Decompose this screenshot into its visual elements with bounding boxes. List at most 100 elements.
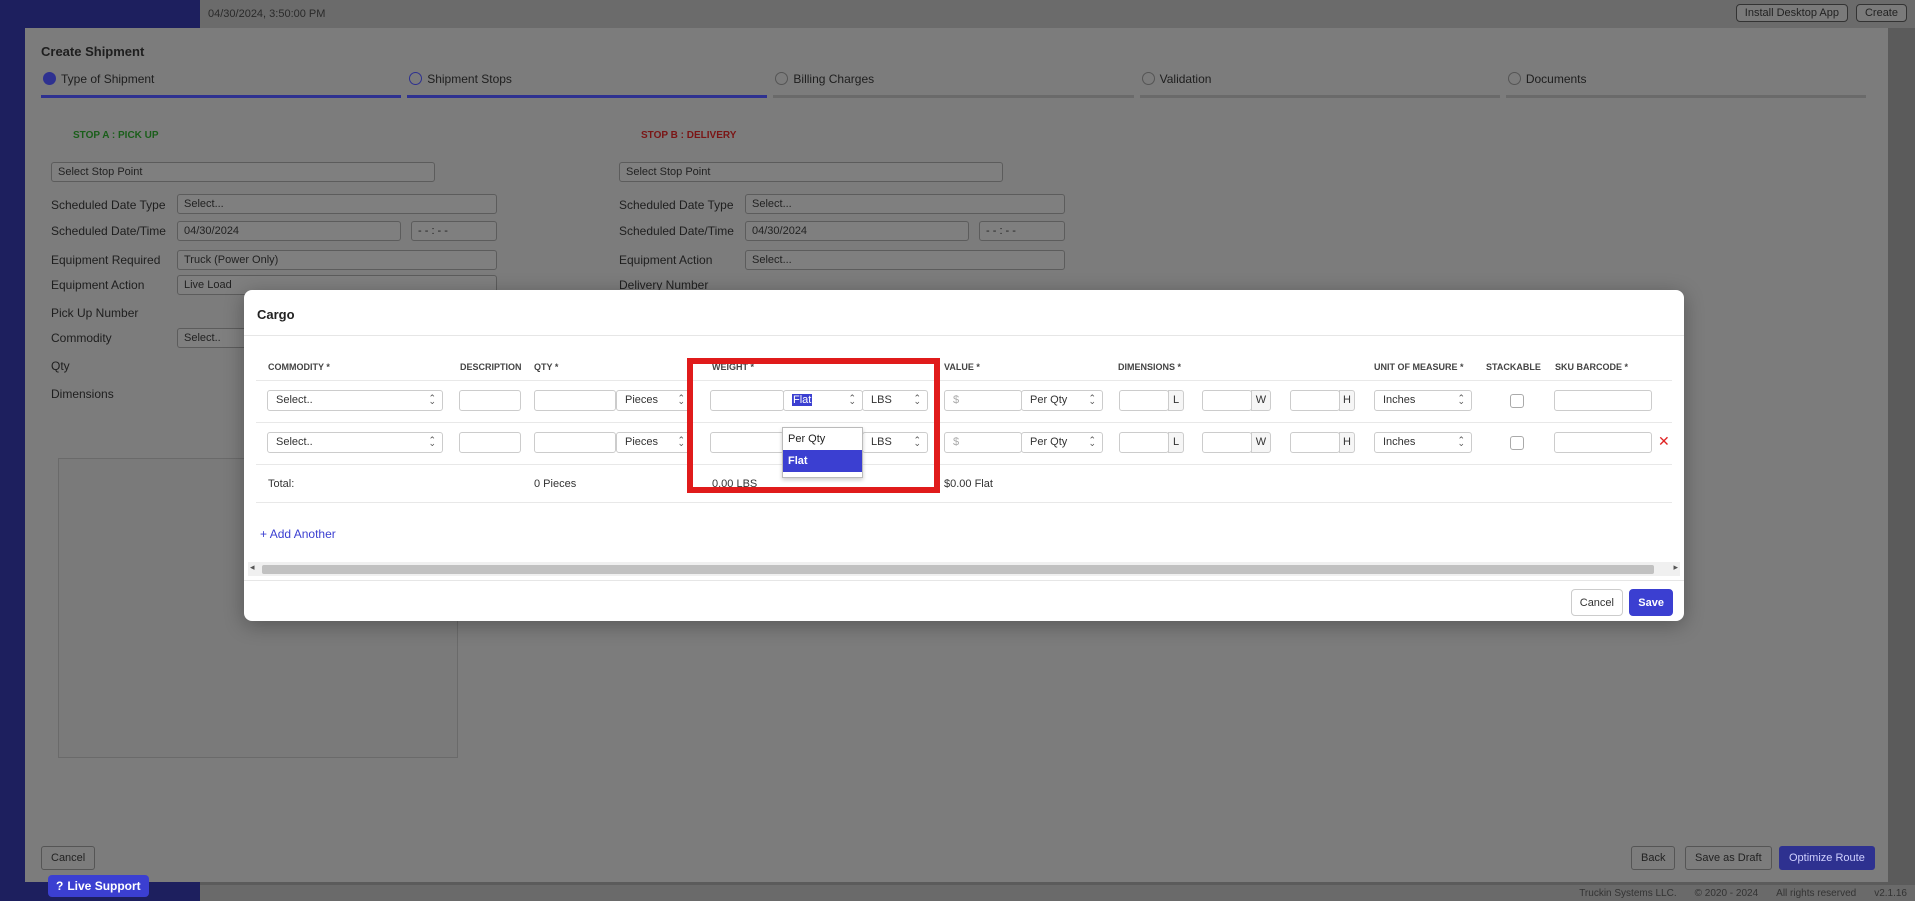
row2-commodity-select[interactable]: Select.. bbox=[267, 432, 443, 453]
plus-icon: + bbox=[260, 527, 270, 541]
label: Scheduled Date/Time bbox=[51, 224, 166, 238]
row2-sku-input[interactable] bbox=[1554, 432, 1652, 453]
row2-value-type-select[interactable]: Per Qty bbox=[1021, 432, 1103, 453]
cancel-button[interactable]: Cancel bbox=[1570, 589, 1623, 616]
label: Dimensions bbox=[51, 387, 114, 401]
radio-icon bbox=[775, 72, 789, 85]
stop-a-point-select[interactable]: Select Stop Point bbox=[51, 162, 435, 182]
row1-qty-unit-select[interactable]: Pieces bbox=[616, 390, 692, 411]
label: Equipment Action bbox=[51, 278, 145, 292]
row2-uom-select[interactable]: Inches bbox=[1374, 432, 1472, 453]
header-description: DESCRIPTION bbox=[460, 362, 522, 372]
total-qty: 0 Pieces bbox=[534, 478, 577, 490]
stop-b-label[interactable]: STOP B : DELIVERY bbox=[641, 130, 736, 141]
label: Pick Up Number bbox=[51, 306, 139, 320]
dim-l-addon: L bbox=[1168, 390, 1184, 411]
optimize-route-button[interactable]: Optimize Route bbox=[1779, 846, 1875, 870]
row2-dim-l-input[interactable] bbox=[1119, 432, 1169, 453]
horizontal-scrollbar[interactable]: ◂ ▸ bbox=[248, 562, 1680, 576]
step-type-of-shipment[interactable]: Type of Shipment bbox=[41, 72, 402, 98]
row1-sku-input[interactable] bbox=[1554, 390, 1652, 411]
dim-w-addon: W bbox=[1251, 390, 1271, 411]
panel-title: Create Shipment bbox=[41, 44, 145, 59]
label: Commodity bbox=[51, 331, 112, 345]
header-commodity: COMMODITY * bbox=[268, 362, 330, 372]
radio-icon bbox=[1507, 72, 1521, 85]
modal-footer: Cancel Save bbox=[244, 580, 1684, 621]
row2-qty-input[interactable] bbox=[534, 432, 616, 453]
label: Scheduled Date Type bbox=[51, 198, 166, 212]
delete-row-icon[interactable]: ✕ bbox=[1658, 433, 1670, 450]
help-icon: ? bbox=[56, 879, 64, 893]
stop-a-label[interactable]: STOP A : PICK UP bbox=[73, 130, 159, 141]
scrollbar-thumb[interactable] bbox=[262, 565, 1654, 574]
row2-qty-unit-select[interactable]: Pieces bbox=[616, 432, 692, 453]
timestamp: 04/30/2024, 3:50:00 PM bbox=[208, 8, 326, 20]
row2-value-input[interactable]: $ bbox=[944, 432, 1022, 453]
label: Equipment Action bbox=[619, 253, 713, 267]
modal-title: Cargo bbox=[244, 290, 1684, 336]
stop-b-date-type[interactable]: Select... bbox=[745, 194, 1065, 214]
step-documents[interactable]: Documents bbox=[1505, 72, 1867, 98]
stop-b-equip-action[interactable]: Select... bbox=[745, 250, 1065, 270]
label: Qty bbox=[51, 359, 70, 373]
row2-description-input[interactable] bbox=[459, 432, 521, 453]
cargo-modal: Cargo COMMODITY * DESCRIPTION QTY * WEIG… bbox=[244, 290, 1684, 621]
header-uom: UNIT OF MEASURE * bbox=[1374, 362, 1464, 372]
radio-icon bbox=[1141, 72, 1155, 85]
row2-dim-w-input[interactable] bbox=[1202, 432, 1252, 453]
row1-uom-select[interactable]: Inches bbox=[1374, 390, 1472, 411]
header-value: VALUE * bbox=[944, 362, 980, 372]
header-sku: SKU BARCODE * bbox=[1555, 362, 1629, 372]
install-desktop-button[interactable]: Install Desktop App bbox=[1735, 4, 1848, 22]
save-draft-button[interactable]: Save as Draft bbox=[1685, 846, 1772, 870]
row2-stackable-checkbox[interactable] bbox=[1510, 436, 1524, 450]
stop-b-point-select[interactable]: Select Stop Point bbox=[619, 162, 1003, 182]
stop-a-commodity[interactable]: Select.. bbox=[177, 328, 247, 348]
app-footer: Truckin Systems LLC. © 2020 - 2024 All r… bbox=[200, 885, 1915, 901]
row1-qty-input[interactable] bbox=[534, 390, 616, 411]
dim-w-addon: W bbox=[1251, 432, 1271, 453]
total-value: $0.00 Flat bbox=[944, 478, 993, 490]
row2-dim-h-input[interactable] bbox=[1290, 432, 1340, 453]
stop-a-date[interactable]: 04/30/2024 bbox=[177, 221, 401, 241]
total-label: Total: bbox=[268, 478, 295, 490]
stop-b-time[interactable]: - - : - - bbox=[979, 221, 1065, 241]
app-topbar: 04/30/2024, 3:50:00 PM Install Desktop A… bbox=[200, 0, 1915, 28]
stop-a-equipment[interactable]: Truck (Power Only) bbox=[177, 250, 497, 270]
check-icon bbox=[43, 72, 56, 85]
panel-cancel-button[interactable]: Cancel bbox=[41, 846, 96, 870]
create-button[interactable]: Create bbox=[1855, 4, 1907, 22]
row1-value-type-select[interactable]: Per Qty bbox=[1021, 390, 1103, 411]
dim-h-addon: H bbox=[1339, 432, 1355, 453]
label: Equipment Required bbox=[51, 253, 161, 267]
scroll-left-icon[interactable]: ◂ bbox=[250, 562, 255, 573]
row1-dim-h-input[interactable] bbox=[1290, 390, 1340, 411]
live-support-button[interactable]: ? Live Support bbox=[48, 875, 149, 897]
row1-stackable-checkbox[interactable] bbox=[1510, 394, 1524, 408]
row1-description-input[interactable] bbox=[459, 390, 521, 411]
header-qty: QTY * bbox=[534, 362, 559, 372]
back-button[interactable]: Back bbox=[1631, 846, 1676, 870]
header-stackable: STACKABLE bbox=[1486, 362, 1541, 372]
annotation-highlight-box bbox=[687, 358, 940, 493]
row1-dim-w-input[interactable] bbox=[1202, 390, 1252, 411]
save-button[interactable]: Save bbox=[1629, 589, 1673, 616]
row1-value-input[interactable]: $ bbox=[944, 390, 1022, 411]
radio-icon bbox=[409, 72, 423, 85]
stop-a-date-type[interactable]: Select... bbox=[177, 194, 497, 214]
step-shipment-stops[interactable]: Shipment Stops bbox=[407, 72, 768, 98]
topbar-actions: Install Desktop App Create bbox=[1735, 4, 1907, 22]
add-another-link[interactable]: + Add Another bbox=[260, 527, 336, 541]
label: Scheduled Date/Time bbox=[619, 224, 734, 238]
step-billing-charges[interactable]: Billing Charges bbox=[773, 72, 1134, 98]
header-dimensions: DIMENSIONS * bbox=[1118, 362, 1182, 372]
row1-dim-l-input[interactable] bbox=[1119, 390, 1169, 411]
step-validation[interactable]: Validation bbox=[1139, 72, 1500, 98]
stop-b-date[interactable]: 04/30/2024 bbox=[745, 221, 969, 241]
scroll-right-icon[interactable]: ▸ bbox=[1673, 562, 1678, 573]
label: Scheduled Date Type bbox=[619, 198, 734, 212]
row1-commodity-select[interactable]: Select.. bbox=[267, 390, 443, 411]
dim-h-addon: H bbox=[1339, 390, 1355, 411]
stop-a-time[interactable]: - - : - - bbox=[411, 221, 497, 241]
